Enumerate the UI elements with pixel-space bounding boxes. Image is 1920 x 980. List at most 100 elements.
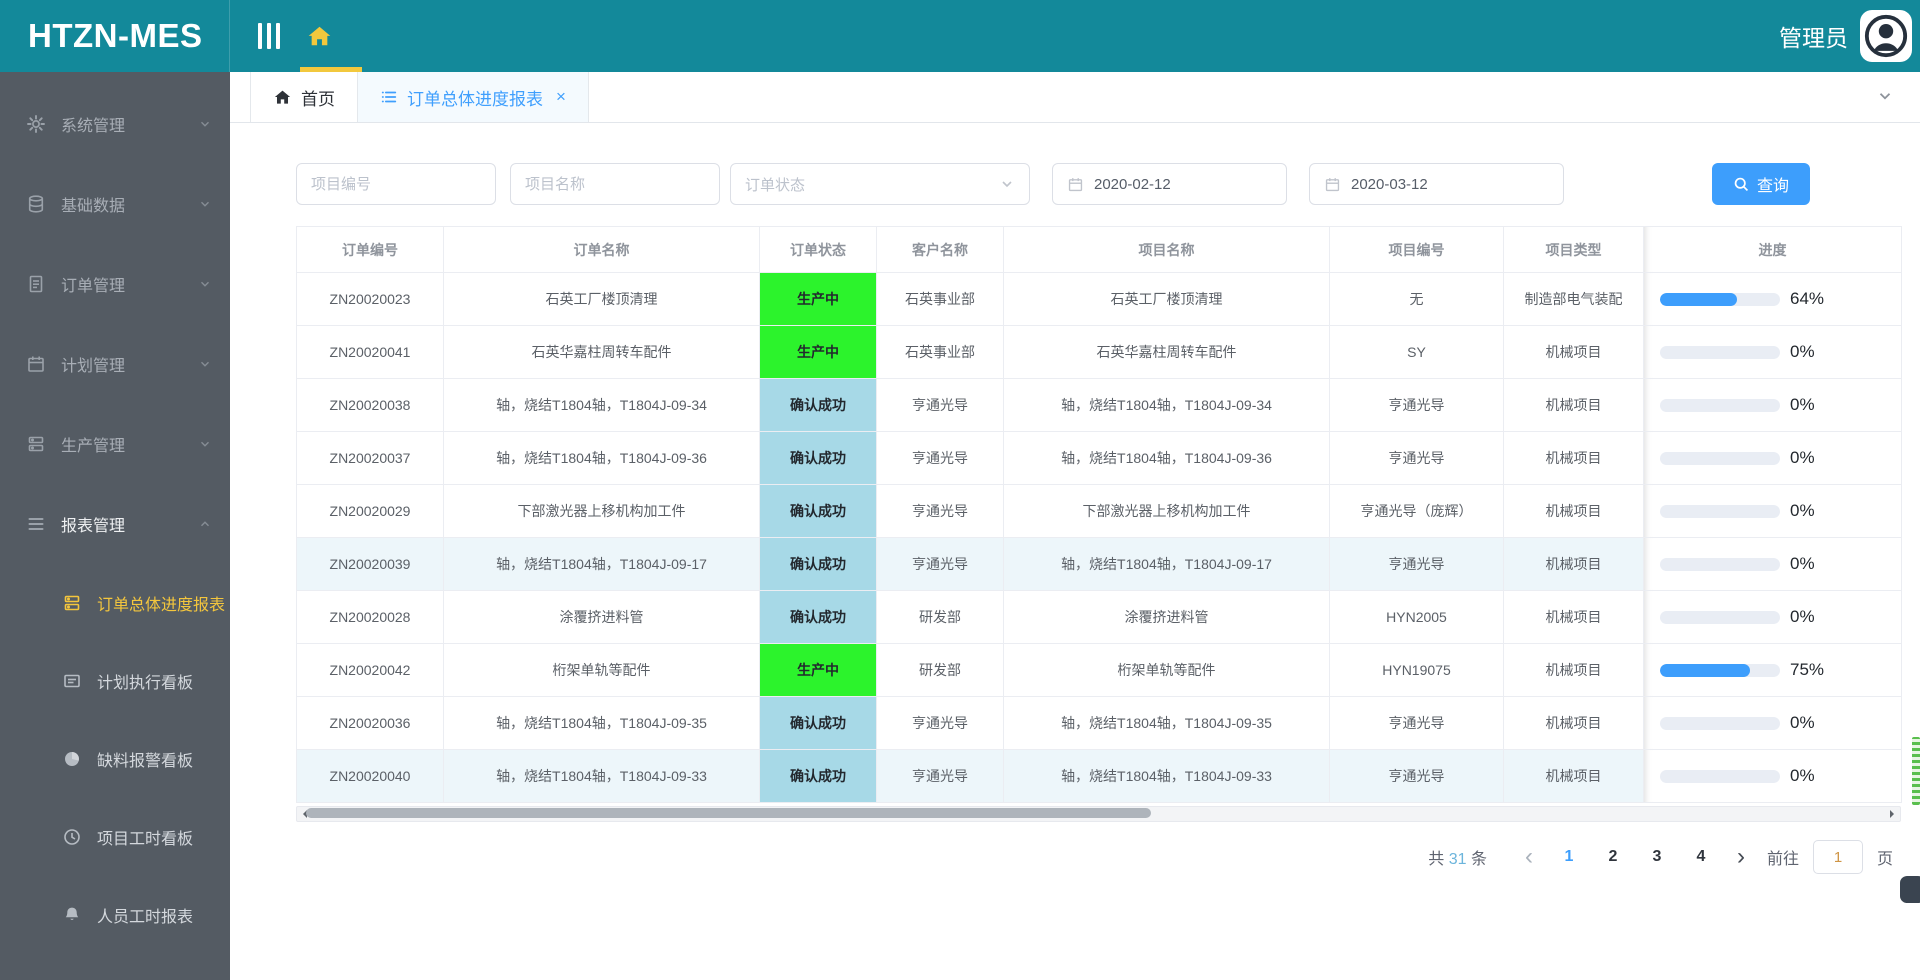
sidebar-item[interactable]: 系统管理 xyxy=(0,84,230,164)
page-button-2[interactable]: 2 xyxy=(1596,848,1630,866)
sidebar-menu: 系统管理 基础数据 订单管理 计划管理 生产管理 报表管理 订单总体进度报表 计划执行看板 缺料… xyxy=(0,72,230,954)
select-placeholder: 订单状态 xyxy=(745,176,806,194)
cell-order-no: ZN20020028 xyxy=(296,590,444,644)
prev-page-button[interactable]: ‹ xyxy=(1511,845,1547,869)
calendar-icon xyxy=(26,354,48,374)
plan-board-icon xyxy=(62,671,84,691)
cell-project-type: 机械项目 xyxy=(1503,537,1644,591)
page-button-3[interactable]: 3 xyxy=(1640,848,1674,866)
table-row[interactable]: ZN20020042 桁架单轨等配件 生产中 研发部 桁架单轨等配件 HYN19075 机械… xyxy=(296,643,1902,697)
table-row[interactable]: ZN20020039 轴，烧结T1804轴，T1804J-09-17 确认成功 亨通光… xyxy=(296,537,1902,591)
cell-project-no: 亨通光导 xyxy=(1329,378,1504,432)
tab-label: 首页 xyxy=(301,89,335,109)
cell-project-name: 轴，烧结T1804轴，T1804J-09-17 xyxy=(1003,537,1330,591)
goto-page-input[interactable] xyxy=(1812,840,1863,874)
cell-customer: 亨通光导 xyxy=(876,431,1004,485)
tab-bar: 首页 订单总体进度报表 × xyxy=(230,72,1920,123)
vertical-scrollbar-thumb[interactable] xyxy=(1912,737,1920,805)
cell-customer: 亨通光导 xyxy=(876,749,1004,803)
cell-customer: 亨通光导 xyxy=(876,484,1004,538)
page-button-4[interactable]: 4 xyxy=(1684,848,1718,866)
scroll-right-arrow-icon[interactable] xyxy=(1890,810,1898,818)
start-date-picker[interactable]: 2020-02-12 xyxy=(1052,163,1287,205)
page-list: 1234 xyxy=(1547,848,1723,866)
cell-order-name: 轴，烧结T1804轴，T1804J-09-17 xyxy=(443,537,760,591)
sidebar-item[interactable]: 报表管理 xyxy=(0,484,230,564)
next-page-button[interactable]: › xyxy=(1723,845,1759,869)
cell-order-no: ZN20020041 xyxy=(296,325,444,379)
project-name-input[interactable] xyxy=(510,163,720,205)
sidebar-item[interactable]: 计划管理 xyxy=(0,324,230,404)
sidebar-subitem[interactable]: 人员工时报表 xyxy=(0,876,230,954)
cell-order-name: 轴，烧结T1804轴，T1804J-09-36 xyxy=(443,431,760,485)
status-badge: 确认成功 xyxy=(759,696,877,750)
cell-order-no: ZN20020037 xyxy=(296,431,444,485)
table-row[interactable]: ZN20020037 轴，烧结T1804轴，T1804J-09-36 确认成功 亨通光… xyxy=(296,431,1902,485)
table-row[interactable]: ZN20020036 轴，烧结T1804轴，T1804J-09-35 确认成功 亨通光… xyxy=(296,696,1902,750)
user-name[interactable]: 管理员 xyxy=(1779,19,1848,53)
calendar-icon xyxy=(1324,176,1341,193)
project-no-input[interactable] xyxy=(296,163,496,205)
sidebar-item[interactable]: 基础数据 xyxy=(0,164,230,244)
search-button-label: 查询 xyxy=(1756,178,1789,195)
home-icon[interactable] xyxy=(306,23,333,50)
column-header: 客户名称 xyxy=(876,226,1004,273)
table-row[interactable]: ZN20020028 涂覆挤进料管 确认成功 研发部 涂覆挤进料管 HYN2005 机械项目… xyxy=(296,590,1902,644)
sidebar-subitem[interactable]: 项目工时看板 xyxy=(0,798,230,876)
calendar-icon xyxy=(1067,176,1084,193)
search-button[interactable]: 查询 xyxy=(1712,163,1810,205)
horizontal-scrollbar[interactable] xyxy=(296,806,1901,822)
sidebar-subitem[interactable]: 计划执行看板 xyxy=(0,642,230,720)
cell-project-no: SY xyxy=(1329,325,1504,379)
cell-project-type: 机械项目 xyxy=(1503,643,1644,697)
report-menu-icon xyxy=(26,514,48,534)
table-row[interactable]: ZN20020041 石英华嘉柱周转车配件 生产中 石英事业部 石英华嘉柱周转车配件 SY… xyxy=(296,325,1902,379)
chevron-down-icon[interactable] xyxy=(1876,87,1894,105)
hamburger-icon[interactable] xyxy=(258,23,280,49)
progress-label: 0% xyxy=(1790,554,1815,573)
cell-customer: 亨通光导 xyxy=(876,378,1004,432)
cell-order-name: 轴，烧结T1804轴，T1804J-09-33 xyxy=(443,749,760,803)
pagination: 共 31 条 ‹ 1234 › 前往 页 xyxy=(230,840,1901,874)
table-row[interactable]: ZN20020029 下部激光器上移机构加工件 确认成功 亨通光导 下部激光器上移机构加… xyxy=(296,484,1902,538)
cell-project-type: 机械项目 xyxy=(1503,590,1644,644)
chevron-down-icon xyxy=(198,197,212,211)
sidebar-subitem[interactable]: 订单总体进度报表 xyxy=(0,564,230,642)
progress-label: 0% xyxy=(1790,713,1815,732)
shortage-alarm-icon xyxy=(62,749,84,769)
close-icon[interactable]: × xyxy=(556,87,566,107)
table-row[interactable]: ZN20020038 轴，烧结T1804轴，T1804J-09-34 确认成功 亨通光… xyxy=(296,378,1902,432)
tab-order-progress-report[interactable]: 订单总体进度报表 × xyxy=(358,72,589,122)
cell-order-no: ZN20020038 xyxy=(296,378,444,432)
table-row[interactable]: ZN20020023 石英工厂楼顶清理 生产中 石英事业部 石英工厂楼顶清理无制造部电气… xyxy=(296,272,1902,326)
gear-icon xyxy=(26,114,48,134)
progress-label: 0% xyxy=(1790,395,1815,414)
page-button-1[interactable]: 1 xyxy=(1552,848,1586,866)
sidebar-item[interactable]: 订单管理 xyxy=(0,244,230,324)
cell-project-no: HYN2005 xyxy=(1329,590,1504,644)
cell-project-no: 亨通光导 xyxy=(1329,749,1504,803)
cell-project-type: 机械项目 xyxy=(1503,431,1644,485)
order-status-select[interactable]: 订单状态 xyxy=(730,163,1030,205)
avatar[interactable] xyxy=(1860,10,1912,62)
cell-order-name: 涂覆挤进料管 xyxy=(443,590,760,644)
progress-bar xyxy=(1660,451,1780,465)
sidebar-item[interactable]: 生产管理 xyxy=(0,404,230,484)
cell-project-no: 亨通光导 xyxy=(1329,431,1504,485)
status-badge: 确认成功 xyxy=(759,590,877,644)
cell-order-no: ZN20020039 xyxy=(296,537,444,591)
table-row[interactable]: ZN20020040 轴，烧结T1804轴，T1804J-09-33 确认成功 亨通光… xyxy=(296,749,1902,803)
scrollbar-thumb[interactable] xyxy=(306,808,1151,818)
tab-home[interactable]: 首页 xyxy=(250,72,358,122)
cell-project-name: 石英工厂楼顶清理 xyxy=(1003,272,1330,326)
order-progress-report-icon xyxy=(62,593,84,613)
cell-order-name: 石英华嘉柱周转车配件 xyxy=(443,325,760,379)
status-badge: 生产中 xyxy=(759,272,877,326)
cell-order-name: 石英工厂楼顶清理 xyxy=(443,272,760,326)
end-date-picker[interactable]: 2020-03-12 xyxy=(1309,163,1564,205)
cell-customer: 石英事业部 xyxy=(876,272,1004,326)
cell-project-name: 轴，烧结T1804轴，T1804J-09-36 xyxy=(1003,431,1330,485)
progress-label: 0% xyxy=(1790,448,1815,467)
cell-order-no: ZN20020040 xyxy=(296,749,444,803)
sidebar-subitem[interactable]: 缺料报警看板 xyxy=(0,720,230,798)
